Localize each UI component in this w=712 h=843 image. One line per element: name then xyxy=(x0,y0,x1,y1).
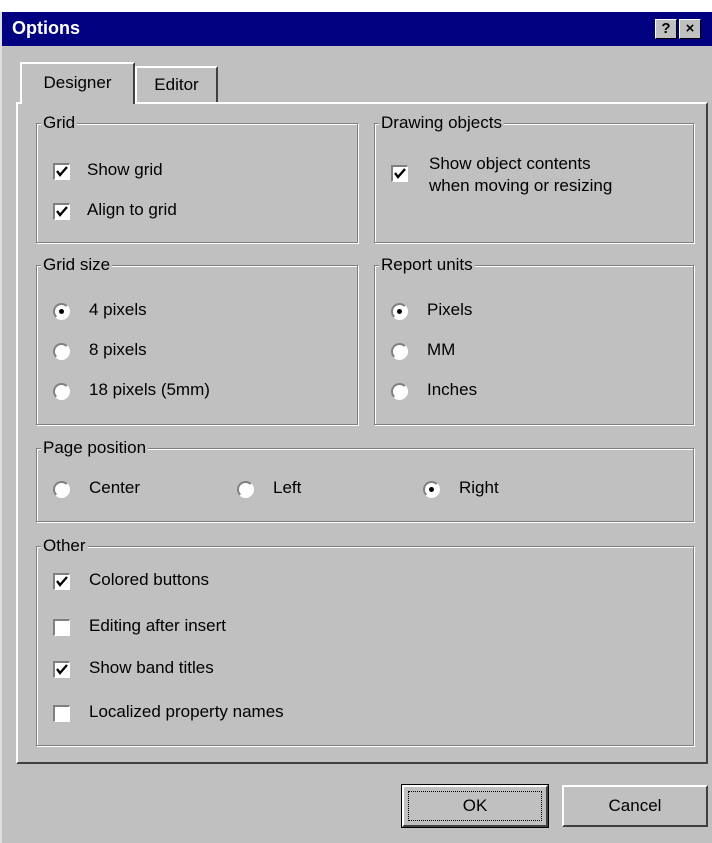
report-units-legend: Report units xyxy=(379,255,475,275)
drawing-objects-group: Drawing objects Show object contents whe… xyxy=(374,113,694,243)
grid-size-group: Grid size 4 pixels 8 pixels 18 pixels (5… xyxy=(36,255,358,425)
align-to-grid-label[interactable]: Align to grid xyxy=(87,200,177,220)
units-pixels-label[interactable]: Pixels xyxy=(427,300,472,320)
position-center-radio[interactable] xyxy=(53,481,70,498)
radio-dot xyxy=(59,309,64,314)
other-group: Other Colored buttons Editing after inse… xyxy=(36,536,694,746)
page-position-legend: Page position xyxy=(41,438,149,458)
position-center-label[interactable]: Center xyxy=(89,478,140,498)
tab-designer-label: Designer xyxy=(43,73,112,92)
radio-dot xyxy=(429,487,434,492)
ok-button[interactable]: OK xyxy=(401,784,549,828)
localized-property-names-label[interactable]: Localized property names xyxy=(89,702,284,722)
colored-buttons-label[interactable]: Colored buttons xyxy=(89,570,209,590)
show-contents-label-2[interactable]: when moving or resizing xyxy=(429,176,612,196)
window-title: Options xyxy=(12,18,80,38)
grid-size-4-radio[interactable] xyxy=(53,303,70,320)
position-left-label[interactable]: Left xyxy=(273,478,301,498)
align-to-grid-checkbox[interactable] xyxy=(53,203,70,220)
position-right-label[interactable]: Right xyxy=(459,478,499,498)
page-position-group: Page position Center Left Right xyxy=(36,438,694,522)
position-right-radio[interactable] xyxy=(423,481,440,498)
units-mm-radio[interactable] xyxy=(391,343,408,360)
grid-size-legend: Grid size xyxy=(41,255,113,275)
title-bar: Options ? × xyxy=(2,12,712,46)
drawing-objects-legend: Drawing objects xyxy=(379,113,504,133)
editing-after-insert-checkbox[interactable] xyxy=(53,619,70,636)
help-button[interactable]: ? xyxy=(655,19,677,39)
report-units-group: Report units Pixels MM Inches xyxy=(374,255,694,425)
grid-group: Grid Show grid Align to grid xyxy=(36,113,358,243)
radio-dot xyxy=(397,309,402,314)
checkmark-icon xyxy=(394,168,406,179)
units-pixels-radio[interactable] xyxy=(391,303,408,320)
tab-designer[interactable]: Designer xyxy=(20,62,135,104)
tab-editor[interactable]: Editor xyxy=(135,66,218,102)
show-band-titles-label[interactable]: Show band titles xyxy=(89,658,214,678)
cancel-button[interactable]: Cancel xyxy=(562,785,708,827)
grid-size-8-label[interactable]: 8 pixels xyxy=(89,340,147,360)
position-left-radio[interactable] xyxy=(237,481,254,498)
checkmark-icon xyxy=(56,166,68,177)
close-button[interactable]: × xyxy=(679,19,701,39)
grid-size-18-radio[interactable] xyxy=(53,383,70,400)
options-dialog: Options ? × Designer Editor Grid Show gr… xyxy=(0,12,712,843)
ok-button-label: OK xyxy=(408,791,542,821)
localized-property-names-checkbox[interactable] xyxy=(53,705,70,722)
checkmark-icon xyxy=(56,206,68,217)
colored-buttons-checkbox[interactable] xyxy=(53,573,70,590)
editing-after-insert-label[interactable]: Editing after insert xyxy=(89,616,226,636)
show-grid-label[interactable]: Show grid xyxy=(87,160,163,180)
checkmark-icon xyxy=(56,664,68,675)
grid-size-8-radio[interactable] xyxy=(53,343,70,360)
grid-legend: Grid xyxy=(41,113,78,133)
units-mm-label[interactable]: MM xyxy=(427,340,455,360)
units-inches-label[interactable]: Inches xyxy=(427,380,477,400)
show-contents-checkbox[interactable] xyxy=(391,165,408,182)
show-band-titles-checkbox[interactable] xyxy=(53,661,70,678)
checkmark-icon xyxy=(56,576,68,587)
units-inches-radio[interactable] xyxy=(391,383,408,400)
grid-size-4-label[interactable]: 4 pixels xyxy=(89,300,147,320)
other-legend: Other xyxy=(41,536,88,556)
grid-size-18-label[interactable]: 18 pixels (5mm) xyxy=(89,380,210,400)
tab-editor-label: Editor xyxy=(154,75,199,94)
show-grid-checkbox[interactable] xyxy=(53,163,70,180)
show-contents-label-1[interactable]: Show object contents xyxy=(429,154,591,174)
